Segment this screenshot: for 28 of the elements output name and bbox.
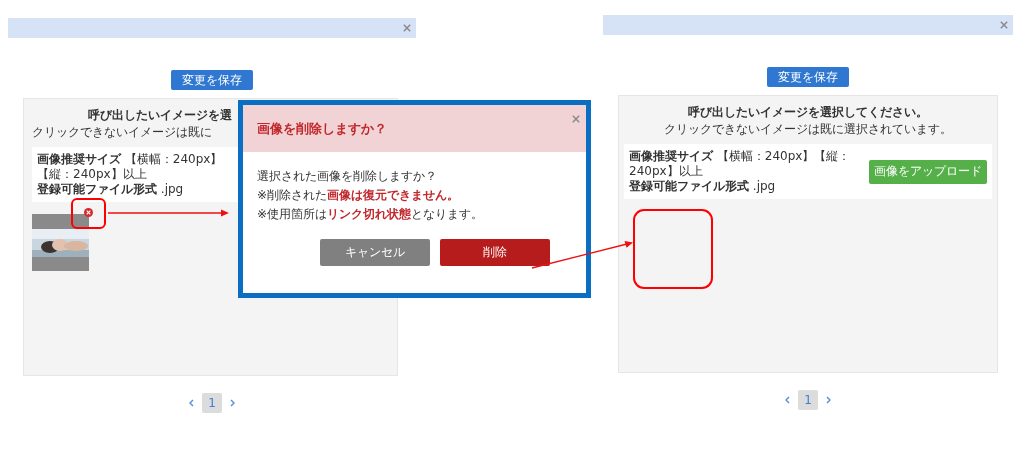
delete-icon[interactable] (84, 208, 93, 217)
cancel-button[interactable]: キャンセル (319, 239, 430, 266)
dialog-title: 画像を削除しますか？ (257, 119, 387, 138)
save-button[interactable]: 変更を保存 (171, 70, 253, 90)
size-note: 画像推奨サイズ 【横幅：240px】【縦：240px】以上 (629, 149, 852, 179)
panel-subtitle: クリックできないイメージは既に (32, 124, 212, 141)
format-note: 登録可能ファイル形式 .jpg (629, 179, 777, 194)
page-button[interactable]: 1 (798, 390, 818, 410)
prev-icon[interactable] (189, 399, 194, 407)
next-icon[interactable] (826, 396, 831, 404)
dialog-message: ※削除された画像は復元できません。 (257, 187, 461, 204)
prev-icon[interactable] (785, 396, 790, 404)
size-note: 画像推奨サイズ 【横幅：240px】【縦：240px】以上 (37, 152, 224, 182)
format-note: 登録可能ファイル形式 .jpg (37, 182, 185, 197)
close-icon[interactable] (572, 115, 580, 123)
close-icon[interactable] (403, 24, 411, 32)
next-icon[interactable] (230, 399, 235, 407)
panel-subtitle: クリックできないイメージは既に選択されています。 (664, 121, 952, 138)
panel-title: 呼び出したいイメージを選択してください。 (688, 104, 928, 121)
upload-button[interactable]: 画像をアップロード (869, 159, 987, 184)
delete-button[interactable]: 削除 (439, 239, 550, 266)
dialog-message: ※使用箇所はリンク切れ状態となります。 (257, 206, 485, 223)
page-button[interactable]: 1 (202, 393, 222, 413)
highlight-frame (71, 198, 106, 229)
close-icon[interactable] (1000, 21, 1008, 29)
panel-title: 呼び出したいイメージを選 (88, 107, 232, 124)
save-button[interactable]: 変更を保存 (767, 67, 849, 87)
dialog-message: 選択された画像を削除しますか？ (257, 168, 438, 185)
